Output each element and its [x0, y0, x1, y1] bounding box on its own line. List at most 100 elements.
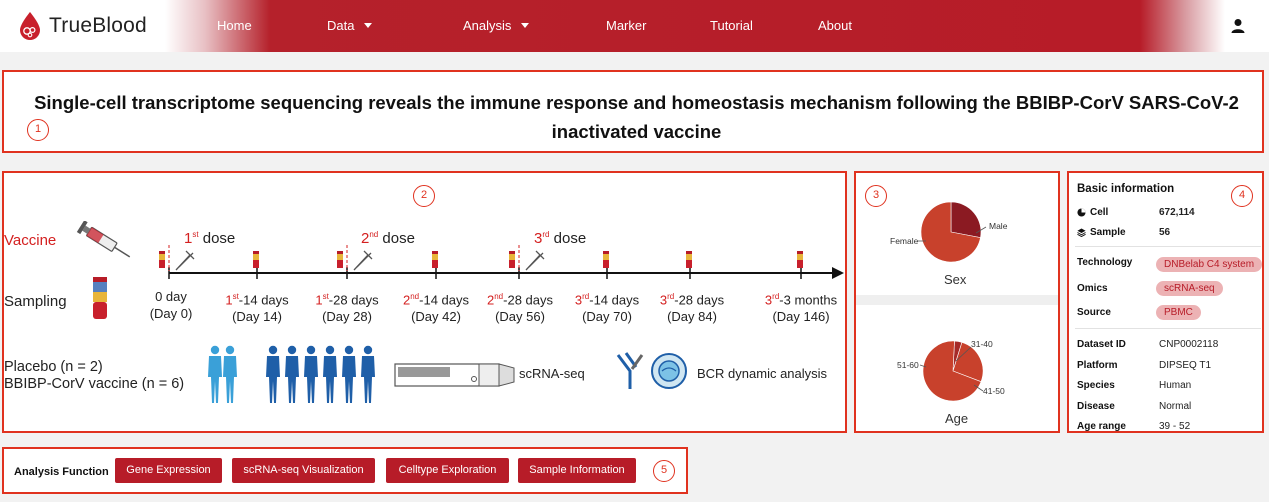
info-row-species: Species Human — [1077, 380, 1191, 391]
info-value: Normal — [1159, 401, 1192, 412]
info-value: CNP0002118 — [1159, 339, 1219, 350]
vaccine-group-label: BBIBP-CorV vaccine (n = 6) — [4, 376, 185, 392]
page-title: Single-cell transcriptome sequencing rev… — [34, 92, 1239, 142]
nav-marker-label: Marker — [606, 18, 647, 33]
timepoint-label: 3rd-28 days (Day 84) — [660, 288, 724, 325]
info-value: 39 - 52 — [1159, 421, 1191, 432]
nav-home-label: Home — [217, 18, 252, 33]
nav-about-label: About — [818, 18, 852, 33]
celltype-exploration-button[interactable]: Celltype Exploration — [386, 458, 509, 483]
badge-4: 4 — [1231, 185, 1253, 207]
info-row-technology: Technology DNBelab C4 system — [1077, 257, 1262, 272]
timepoint-label: 1st-28 days (Day 28) — [315, 288, 378, 325]
timepoint-sub: (Day 70) — [582, 309, 632, 325]
bcr-icon — [616, 352, 687, 389]
info-value: 56 — [1159, 227, 1171, 238]
brand-logo[interactable]: TrueBlood — [18, 10, 147, 42]
info-key: Platform — [1077, 360, 1118, 371]
nav-tutorial-label: Tutorial — [710, 18, 753, 33]
badge-5: 5 — [653, 460, 675, 482]
nav-analysis[interactable]: Analysis — [463, 18, 530, 33]
info-key-text: Cell — [1090, 207, 1109, 218]
timepoint-main: 0 day — [155, 289, 187, 304]
bcr-label: BCR dynamic analysis — [697, 366, 828, 381]
timepoint-main: -14 days — [238, 292, 289, 308]
timepoint-main: -28 days — [674, 292, 725, 308]
age-chart-title: Age — [945, 411, 969, 426]
blood-drop-icon — [20, 12, 40, 40]
timepoint-sub: (Day 14) — [232, 309, 282, 325]
nav-analysis-label: Analysis — [463, 18, 512, 33]
info-row-cell: Cell 672,114 — [1077, 207, 1195, 218]
divider — [1075, 328, 1261, 329]
mini-syringes — [175, 250, 545, 271]
timepoint-main: -3 months — [779, 292, 838, 308]
info-row-omics: Omics scRNA-seq — [1077, 281, 1223, 296]
info-value: Human — [1159, 380, 1192, 391]
nav-marker[interactable]: Marker — [606, 18, 646, 33]
timepoint-main: -14 days — [419, 292, 470, 308]
nav-home[interactable]: Home — [217, 18, 252, 33]
timepoint-main: -28 days — [328, 292, 379, 308]
basic-info-title: Basic information — [1077, 183, 1175, 195]
timepoint-main: -28 days — [503, 292, 554, 308]
badge-1: 1 — [27, 119, 49, 141]
placebo-label: Placebo (n = 2) — [4, 359, 103, 375]
user-icon[interactable] — [1230, 18, 1246, 34]
timepoint-sub: (Day 28) — [322, 309, 372, 325]
info-value: 672,114 — [1159, 207, 1195, 218]
timepoint-sup: nd — [410, 292, 420, 301]
info-key: Age range — [1077, 421, 1126, 432]
brand-name: TrueBlood — [49, 14, 147, 37]
info-key: Cell — [1077, 207, 1159, 218]
timepoint-main: -14 days — [589, 292, 640, 308]
timepoint-sub: (Day 84) — [667, 309, 717, 325]
omics-tag: scRNA-seq — [1156, 281, 1223, 296]
timepoint-label: 3rd-14 days (Day 70) — [575, 288, 639, 325]
mini-tubes — [159, 251, 803, 268]
info-key: Omics — [1077, 283, 1108, 294]
analysis-function-label: Analysis Function — [14, 466, 109, 478]
divider — [1075, 246, 1261, 247]
info-key: Source — [1077, 307, 1111, 318]
nav-data-label: Data — [327, 18, 355, 33]
gene-expression-button[interactable]: Gene Expression — [115, 458, 222, 483]
chip-icon — [394, 363, 515, 387]
timepoint-label: 0 day (Day 0) — [150, 288, 193, 322]
pie-icon — [1077, 208, 1086, 217]
demographics-panel: 3 Male Female Sex 31-40 41-50 51-60 Age — [854, 171, 1060, 433]
info-row-platform: Platform DIPSEQ T1 — [1077, 360, 1211, 371]
info-row-disease: Disease Normal — [1077, 401, 1191, 412]
scrnaseq-visualization-button[interactable]: scRNA-seq Visualization — [232, 458, 375, 483]
timepoint-sub: (Day 0) — [149, 306, 193, 321]
info-key: Disease — [1077, 401, 1115, 412]
info-key: Sample — [1077, 227, 1159, 238]
timepoint-sub: (Day 146) — [772, 309, 830, 325]
dose-markers — [168, 245, 520, 271]
pie-leader-lines — [918, 226, 987, 392]
timepoint-label: 1st-14 days (Day 14) — [225, 288, 288, 325]
timepoint-label: 3rd-3 months (Day 146) — [765, 288, 837, 325]
sample-information-button[interactable]: Sample Information — [518, 458, 636, 483]
technology-tag: DNBelab C4 system — [1156, 257, 1262, 272]
analysis-function-panel: Analysis Function Gene Expression scRNA-… — [2, 447, 688, 494]
info-key: Technology — [1077, 257, 1133, 268]
timepoint-label: 2nd-28 days (Day 56) — [487, 288, 553, 325]
caret-down-icon — [364, 23, 373, 28]
nav-tutorial[interactable]: Tutorial — [710, 18, 753, 33]
timepoint-sub: (Day 42) — [411, 309, 461, 325]
nav-about[interactable]: About — [818, 18, 852, 33]
people-icons — [208, 345, 375, 403]
info-key: Species — [1077, 380, 1115, 391]
info-value: DIPSEQ T1 — [1159, 360, 1212, 371]
info-row-sample: Sample 56 — [1077, 227, 1170, 238]
scrnaseq-label: scRNA-seq — [519, 366, 585, 381]
timepoint-sup: nd — [494, 292, 504, 301]
timepoint-sub: (Day 56) — [495, 309, 545, 325]
info-key-text: Sample — [1090, 227, 1126, 238]
navbar: TrueBlood Home Data Analysis Marker Tuto… — [0, 0, 1269, 52]
timepoint-label: 2nd-14 days (Day 42) — [403, 288, 469, 325]
study-design-panel: 2 Vaccine Sampling 1st dose 2nd dose 3rd… — [2, 171, 847, 433]
nav-data[interactable]: Data — [327, 18, 373, 33]
caret-down-icon — [521, 23, 530, 28]
